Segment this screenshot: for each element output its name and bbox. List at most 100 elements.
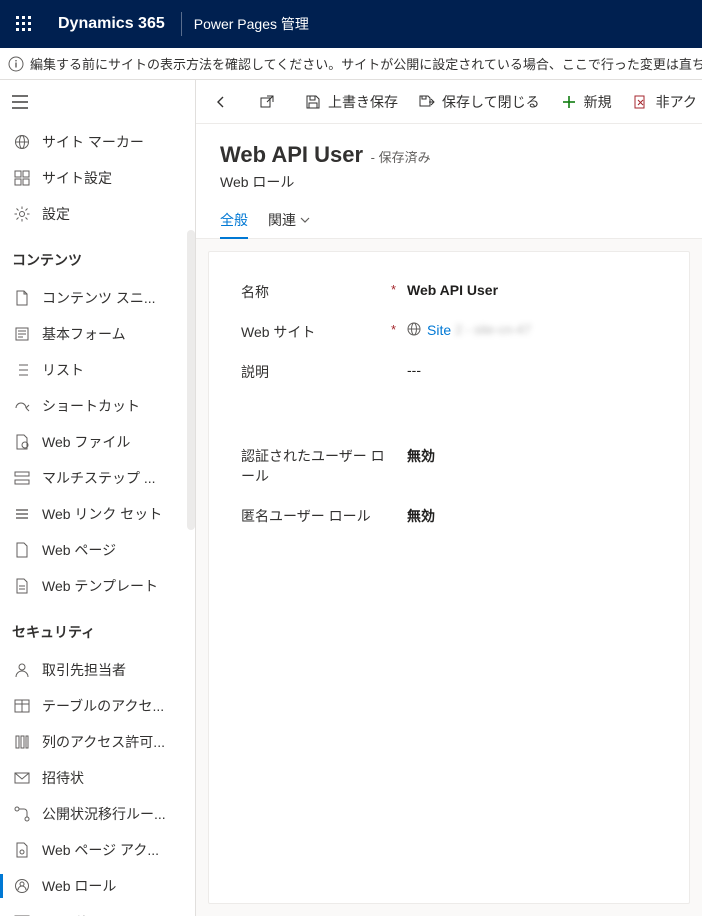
popout-icon <box>258 95 276 109</box>
new-label: 新規 <box>584 92 612 112</box>
new-button[interactable]: 新規 <box>550 80 622 124</box>
field-anon-user-role[interactable]: 匿名ユーザー ロール 無効 <box>217 496 681 536</box>
sidebar-item-label: コンテンツ スニ... <box>42 288 183 308</box>
sidebar-item[interactable]: コンテンツ スニ... <box>0 280 195 316</box>
save-close-button[interactable]: 保存して閉じる <box>408 80 550 124</box>
deactivate-button[interactable]: 非アク <box>622 80 702 124</box>
sidebar-item[interactable]: 設定 <box>0 196 195 232</box>
sidebar-scrollbar[interactable] <box>187 230 195 530</box>
sidebar: サイト マーカーサイト設定設定 コンテンツ コンテンツ スニ... 基本フォームリ… <box>0 80 196 916</box>
field-anon-user-role-label: 匿名ユーザー ロール <box>241 506 391 526</box>
sidebar-item[interactable]: 取引先担当者 <box>0 652 195 688</box>
sidebar-item-label: 招待状 <box>42 768 183 788</box>
sidebar-item-label: 公開状況移行ルー... <box>42 804 183 824</box>
required-indicator: * <box>391 322 399 337</box>
page-header: Web API User - 保存済み Web ロール <box>196 124 702 200</box>
waffle-icon <box>16 16 32 32</box>
sidebar-item[interactable]: 公開状況移行ルー... <box>0 796 195 832</box>
sidebar-item[interactable]: Web リンク セット <box>0 496 195 532</box>
field-auth-user-role-value: 無効 <box>407 446 435 466</box>
open-new-window-button[interactable] <box>248 80 286 124</box>
role-icon <box>12 878 32 894</box>
app-launcher-button[interactable] <box>0 0 48 48</box>
field-auth-user-role-label: 認証されたユーザー ロール <box>241 446 391 486</box>
sidebar-item-label: テーブルのアクセ... <box>42 696 183 716</box>
sidebar-item[interactable]: 基本フォーム <box>0 316 195 352</box>
field-description-label: 説明 <box>241 362 391 382</box>
sidebar-item[interactable]: サイト設定 <box>0 160 195 196</box>
sidebar-item-label: サイト設定 <box>42 168 183 188</box>
tab-related[interactable]: 関連 <box>268 200 310 238</box>
globe-icon <box>12 134 32 150</box>
sidebar-toggle-button[interactable] <box>12 95 28 109</box>
tab-general[interactable]: 全般 <box>220 200 248 238</box>
table-icon <box>12 698 32 714</box>
sidebar-item-label: 列のアクセス許可... <box>42 732 183 752</box>
command-bar: 上書き保存 保存して閉じる 新規 非アク <box>196 80 702 124</box>
sidebar-item[interactable]: 招待状 <box>0 760 195 796</box>
sidebar-item[interactable]: Web ページ アク... <box>0 832 195 868</box>
sidebar-item[interactable]: Web テンプレート <box>0 568 195 604</box>
save-close-icon <box>418 95 436 109</box>
field-anon-user-role-value: 無効 <box>407 506 435 526</box>
sidebar-group-content: コンテンツ <box>0 232 195 280</box>
deactivate-icon <box>632 95 650 109</box>
field-name-value: Web API User <box>407 282 498 298</box>
plus-icon <box>560 95 578 109</box>
sidebar-item[interactable]: Web ファイル <box>0 424 195 460</box>
notification-text: 編集する前にサイトの表示方法を確認してください。サイトが公開に設定されている場合… <box>30 54 702 73</box>
back-button[interactable] <box>202 80 240 124</box>
grid-icon <box>12 170 32 186</box>
column-icon <box>12 734 32 750</box>
flow-icon <box>12 806 32 822</box>
field-description[interactable]: 説明 --- <box>217 352 681 392</box>
sidebar-item[interactable]: 列のアクセス許可... <box>0 724 195 760</box>
form-body: 名称 * Web API User Web サイト * Site 2 - sit… <box>208 251 690 904</box>
sidebar-item-label: Web ロール <box>42 876 183 896</box>
required-indicator: * <box>391 282 399 297</box>
main-content: 上書き保存 保存して閉じる 新規 非アク Web API User - 保存済み… <box>196 80 702 916</box>
sidebar-item-label: マルチステップ ... <box>42 468 183 488</box>
sidebar-item-label: Web テンプレート <box>42 576 183 596</box>
field-website-label: Web サイト <box>241 322 391 342</box>
shortcut-icon <box>12 398 32 414</box>
lines-icon <box>12 506 32 522</box>
sidebar-item[interactable]: ショートカット <box>0 388 195 424</box>
sidebar-item-label: サイト マーカー <box>42 132 183 152</box>
back-icon <box>212 95 230 109</box>
person-icon <box>12 662 32 678</box>
sidebar-item-label: 取引先担当者 <box>42 660 183 680</box>
sidebar-item-label: Web サイトのア... <box>42 912 183 916</box>
sidebar-item-label: 基本フォーム <box>42 324 183 344</box>
page-access-icon <box>12 842 32 858</box>
app-area-name[interactable]: Power Pages 管理 <box>188 14 315 34</box>
sidebar-group-security: セキュリティ <box>0 604 195 652</box>
field-description-value: --- <box>407 362 421 378</box>
save-icon <box>304 95 322 109</box>
deactivate-label: 非アク <box>656 92 697 112</box>
sidebar-item[interactable]: リスト <box>0 352 195 388</box>
field-website[interactable]: Web サイト * Site 2 - site-cn-47 <box>217 312 681 352</box>
field-name[interactable]: 名称 * Web API User <box>217 272 681 312</box>
sidebar-item[interactable]: マルチステップ ... <box>0 460 195 496</box>
field-website-value[interactable]: Site <box>427 322 451 338</box>
invite-icon <box>12 770 32 786</box>
sidebar-item[interactable]: Web ページ <box>0 532 195 568</box>
field-auth-user-role[interactable]: 認証されたユーザー ロール 無効 <box>217 436 681 496</box>
sidebar-item-label: 設定 <box>42 204 183 224</box>
gear-icon <box>12 206 32 222</box>
globe-icon <box>407 322 421 336</box>
tab-general-label: 全般 <box>220 210 248 230</box>
sidebar-item-label: Web ページ アク... <box>42 840 183 860</box>
save-button[interactable]: 上書き保存 <box>294 80 408 124</box>
save-close-label: 保存して閉じる <box>442 92 540 112</box>
sidebar-item[interactable]: テーブルのアクセ... <box>0 688 195 724</box>
tab-related-label: 関連 <box>268 210 296 230</box>
sidebar-item[interactable]: Web サイトのア... <box>0 904 195 916</box>
record-save-status: - 保存済み <box>371 150 431 165</box>
sidebar-item[interactable]: サイト マーカー <box>0 124 195 160</box>
brand-name[interactable]: Dynamics 365 <box>48 15 175 33</box>
sidebar-item[interactable]: Web ロール <box>0 868 195 904</box>
sidebar-item-label: Web ファイル <box>42 432 183 452</box>
sidebar-item-label: Web ページ <box>42 540 183 560</box>
